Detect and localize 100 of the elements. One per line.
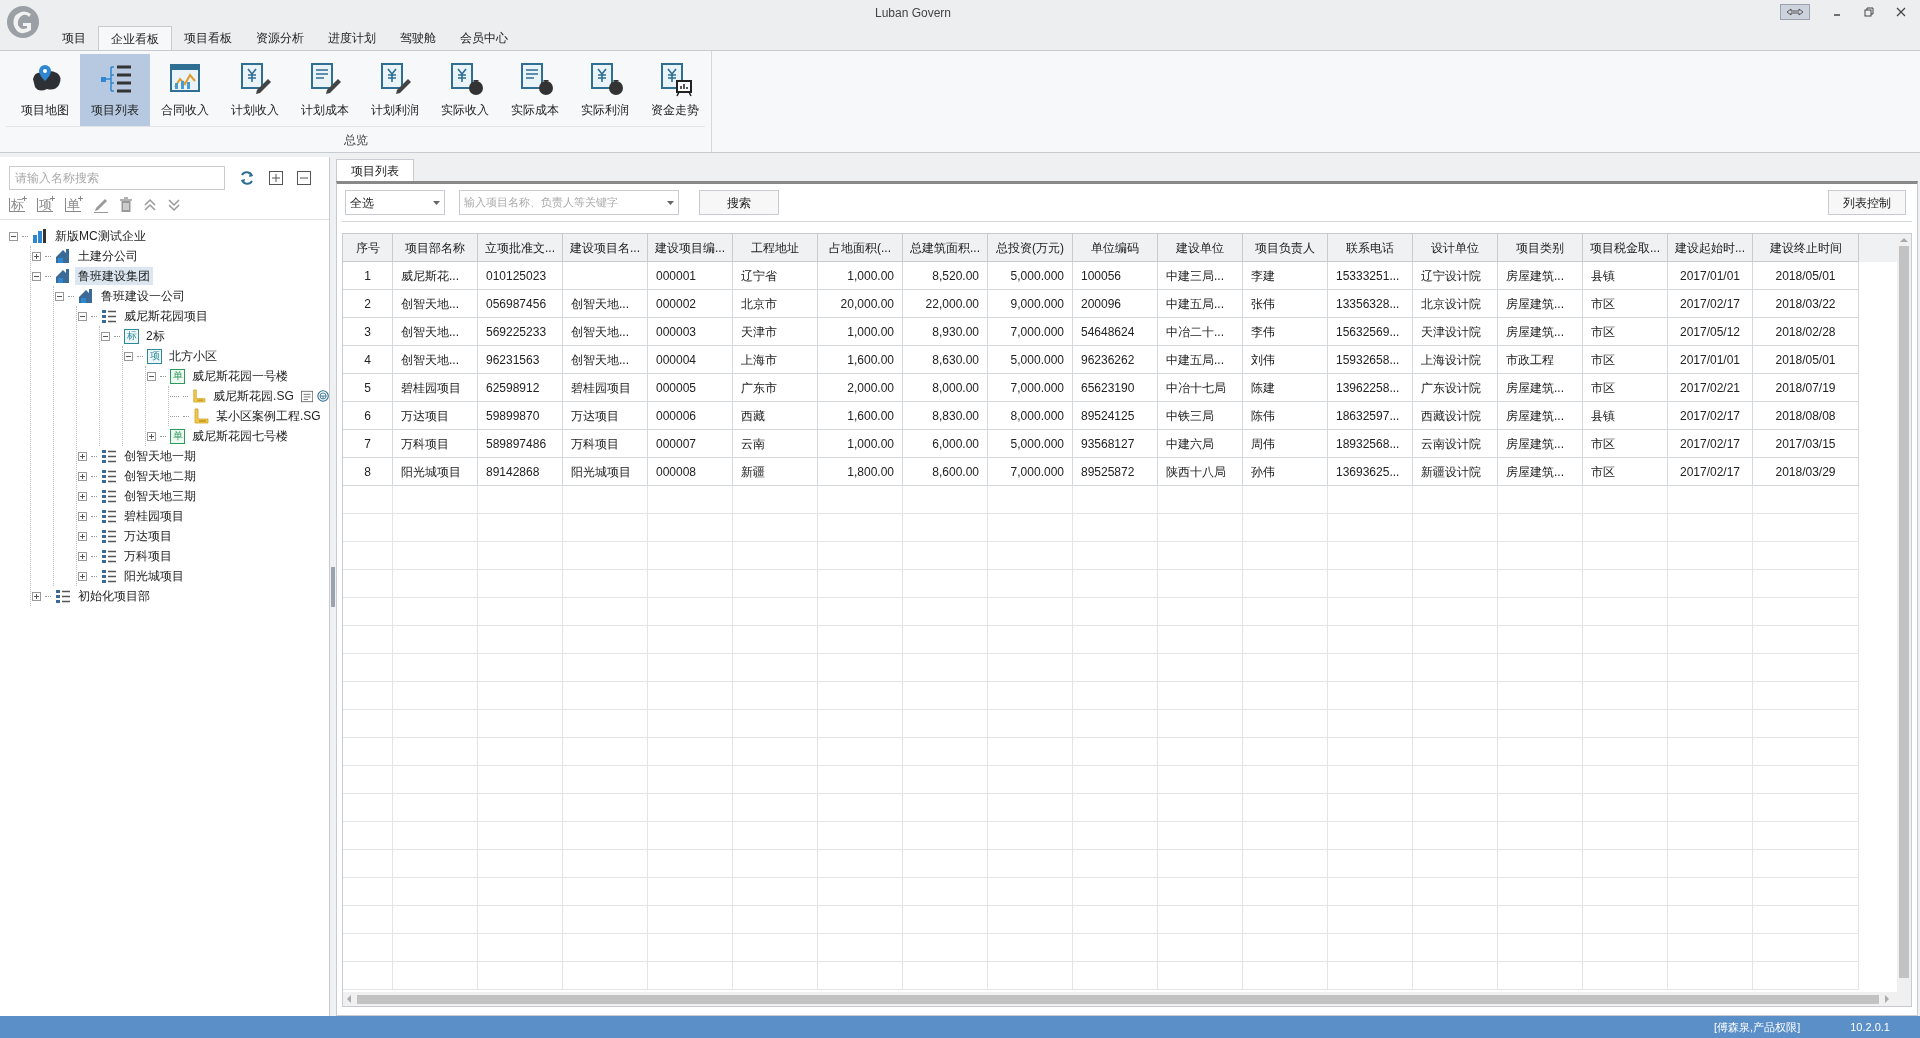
tree-item[interactable]: 初始化项目部 xyxy=(75,587,153,605)
search-button[interactable]: 搜索 xyxy=(699,190,779,215)
collapse-icon[interactable] xyxy=(8,231,18,241)
tree-item[interactable]: 土建分公司 xyxy=(75,247,141,265)
tree-item[interactable]: 鲁班建设一公司 xyxy=(98,287,188,305)
tree-item[interactable]: 创智天地一期 xyxy=(121,447,199,465)
add-node-button[interactable]: 单 xyxy=(65,197,83,212)
tree-item[interactable]: 威尼斯花园七号楼 xyxy=(189,427,291,445)
list-icon xyxy=(101,468,117,484)
add-node-button[interactable]: 项 xyxy=(37,197,55,212)
expand-icon[interactable] xyxy=(31,251,41,261)
ribbon-button[interactable]: 合同收入 xyxy=(150,53,220,126)
tree-item[interactable]: 阳光城项目 xyxy=(121,567,187,585)
restore-layout-button[interactable] xyxy=(1780,4,1810,20)
tree-item[interactable]: 2标 xyxy=(143,327,168,345)
expand-icon[interactable] xyxy=(77,551,87,561)
ribbon-button[interactable]: 资金走势 xyxy=(640,53,710,126)
column-header[interactable]: 单位编码 xyxy=(1073,234,1158,262)
keyword-field[interactable]: 输入项目名称、负责人等关键字 xyxy=(459,190,679,215)
menu-tab[interactable]: 项目 xyxy=(50,26,98,50)
collapse-icon[interactable] xyxy=(123,351,133,361)
menu-tab[interactable]: 进度计划 xyxy=(316,26,388,50)
move-down-icon[interactable] xyxy=(167,197,181,212)
scope-dropdown[interactable]: 全选 xyxy=(345,190,445,215)
column-header[interactable]: 项目税金取... xyxy=(1583,234,1668,262)
table-cell-text: 创智天地... xyxy=(401,295,459,313)
restore-icon[interactable] xyxy=(1864,7,1874,17)
list-icon[interactable] xyxy=(300,389,313,403)
table-cell-text: 1 xyxy=(364,267,371,285)
tree-item[interactable]: 威尼斯花园项目 xyxy=(121,307,211,325)
column-header[interactable]: 建设项目编... xyxy=(648,234,733,262)
column-header[interactable]: 建设起始时... xyxy=(1668,234,1753,262)
house-icon xyxy=(78,288,94,304)
column-header[interactable]: 项目部名称 xyxy=(393,234,478,262)
column-header[interactable]: 占地面积(... xyxy=(818,234,903,262)
ribbon-button[interactable]: 计划利润 xyxy=(360,53,430,126)
column-header[interactable]: 总建筑面积... xyxy=(903,234,988,262)
tree-item[interactable]: 万科项目 xyxy=(121,547,175,565)
expand-all-icon[interactable] xyxy=(269,171,283,185)
collapse-icon[interactable] xyxy=(54,291,64,301)
tree-item[interactable]: 鲁班建设集团 xyxy=(75,267,153,285)
trash-icon[interactable] xyxy=(119,196,133,213)
add-node-button[interactable]: 标 xyxy=(9,197,27,212)
tree-item[interactable]: 某小区案例工程.SG xyxy=(213,407,324,425)
tree-item[interactable]: 威尼斯花园.SG xyxy=(210,387,297,405)
menu-tab[interactable]: 驾驶舱 xyxy=(388,26,448,50)
ribbon-button[interactable]: 实际成本 xyxy=(500,53,570,126)
expand-icon[interactable] xyxy=(77,531,87,541)
tree-item[interactable]: 北方小区 xyxy=(166,347,220,365)
expand-icon[interactable] xyxy=(77,511,87,521)
tree-item[interactable]: 威尼斯花园一号楼 xyxy=(189,367,291,385)
column-header[interactable]: 项目类别 xyxy=(1498,234,1583,262)
vertical-scrollbar[interactable] xyxy=(1897,234,1911,992)
expand-icon[interactable] xyxy=(31,591,41,601)
menu-tab[interactable]: 资源分析 xyxy=(244,26,316,50)
ribbon-button[interactable]: 项目地图 xyxy=(10,53,80,126)
move-up-icon[interactable] xyxy=(143,197,157,212)
table-cell-text: 3 xyxy=(364,323,371,341)
menu-tab[interactable]: 企业看板 xyxy=(98,26,172,50)
table-cell-text: 2 xyxy=(364,295,371,313)
search-field[interactable]: 请输入名称搜索 xyxy=(9,166,225,190)
column-header[interactable]: 设计单位 xyxy=(1413,234,1498,262)
document-tab[interactable]: 项目列表 xyxy=(336,159,414,181)
expand-icon[interactable] xyxy=(146,431,156,441)
collapse-icon[interactable] xyxy=(100,331,110,341)
menu-tab[interactable]: 会员中心 xyxy=(448,26,520,50)
refresh-icon[interactable] xyxy=(239,170,255,186)
collapse-all-icon[interactable] xyxy=(297,171,311,185)
collapse-icon[interactable] xyxy=(146,371,156,381)
column-header[interactable]: 建设终止时间 xyxy=(1753,234,1859,262)
column-header[interactable]: 建设项目名... xyxy=(563,234,648,262)
tree-item[interactable]: 创智天地三期 xyxy=(121,487,199,505)
collapse-icon[interactable] xyxy=(77,311,87,321)
tree-item[interactable]: 新版MC测试企业 xyxy=(52,227,149,245)
table-cell-text: 房屋建筑... xyxy=(1506,379,1564,397)
column-header[interactable]: 项目负责人 xyxy=(1243,234,1328,262)
collapse-icon[interactable] xyxy=(31,271,41,281)
expand-icon[interactable] xyxy=(77,491,87,501)
column-header[interactable]: 序号 xyxy=(343,234,393,262)
tree-item[interactable]: 碧桂园项目 xyxy=(121,507,187,525)
ribbon-button[interactable]: 项目列表 xyxy=(80,53,150,126)
column-header[interactable]: 联系电话 xyxy=(1328,234,1413,262)
menu-tab[interactable]: 项目看板 xyxy=(172,26,244,50)
ribbon-button[interactable]: 计划收入 xyxy=(220,53,290,126)
expand-icon[interactable] xyxy=(77,471,87,481)
table-cell-text: 1,000.00 xyxy=(847,435,894,453)
ribbon-button[interactable]: 计划成本 xyxy=(290,53,360,126)
column-header[interactable]: 建设单位 xyxy=(1158,234,1243,262)
tree-item[interactable]: 创智天地二期 xyxy=(121,467,199,485)
ribbon-button[interactable]: 实际收入 xyxy=(430,53,500,126)
column-header[interactable]: 工程地址 xyxy=(733,234,818,262)
expand-icon[interactable] xyxy=(77,571,87,581)
column-settings-button[interactable]: 列表控制 xyxy=(1828,190,1906,215)
tree-item[interactable]: 万达项目 xyxy=(121,527,175,545)
edit-icon[interactable] xyxy=(93,196,109,213)
column-header[interactable]: 立项批准文... xyxy=(478,234,563,262)
ribbon-button[interactable]: 实际利润 xyxy=(570,53,640,126)
column-header[interactable]: 总投资(万元) xyxy=(988,234,1073,262)
close-icon[interactable] xyxy=(1896,7,1906,17)
expand-icon[interactable] xyxy=(77,451,87,461)
